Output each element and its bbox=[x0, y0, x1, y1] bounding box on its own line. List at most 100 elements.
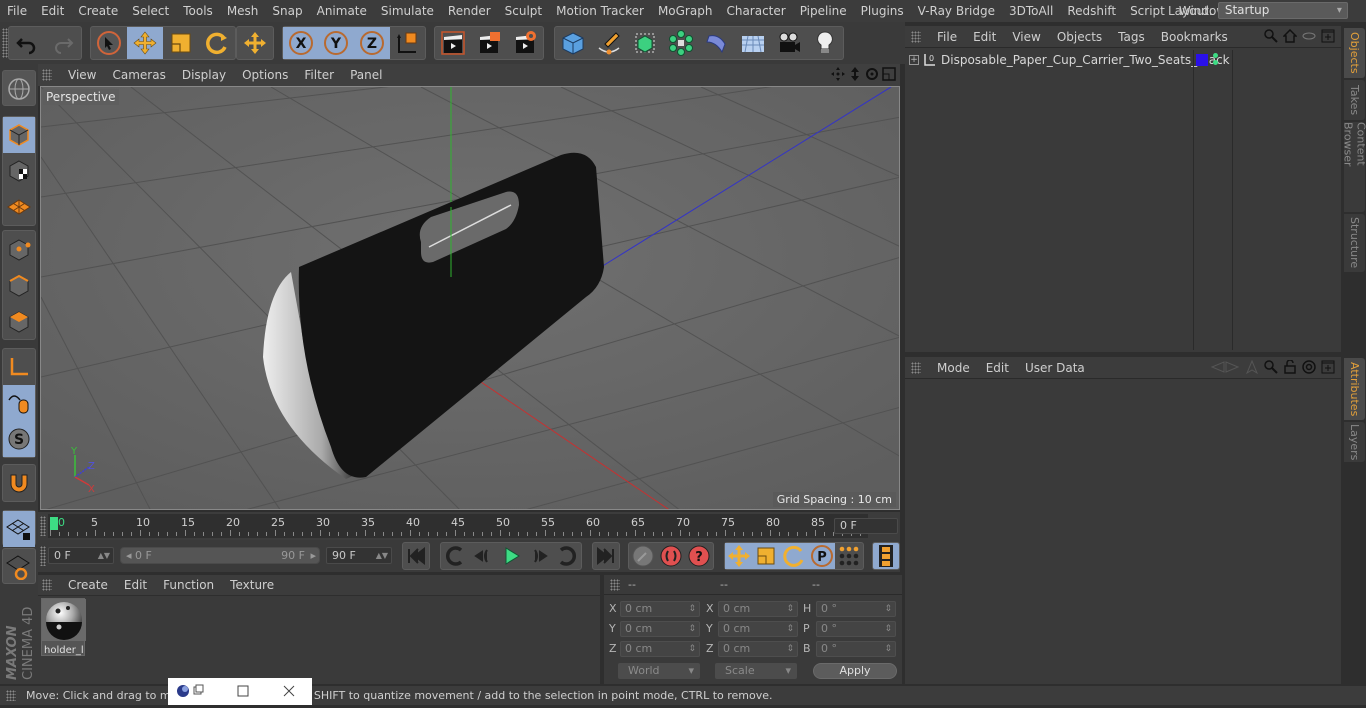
maximize-icon[interactable] bbox=[237, 685, 249, 697]
rotate-tool-button[interactable] bbox=[199, 27, 235, 59]
playhead[interactable] bbox=[50, 517, 58, 530]
apply-button[interactable]: Apply bbox=[813, 663, 897, 679]
points-mode-button[interactable] bbox=[3, 231, 35, 267]
objects-menu-view[interactable]: View bbox=[1004, 30, 1048, 44]
search-icon[interactable] bbox=[1264, 29, 1278, 43]
home-icon[interactable] bbox=[1283, 29, 1297, 43]
floor-button[interactable] bbox=[735, 27, 771, 59]
menu-redshift[interactable]: Redshift bbox=[1060, 4, 1123, 18]
coordinate-system-button[interactable] bbox=[390, 27, 426, 59]
tab-structure[interactable]: Structure bbox=[1344, 214, 1365, 272]
tab-objects[interactable]: Objects bbox=[1344, 28, 1365, 78]
render-picture-viewer-button[interactable] bbox=[471, 27, 507, 59]
record-keys-button[interactable] bbox=[657, 543, 685, 569]
rot-h-field[interactable]: 0 ° bbox=[816, 601, 896, 617]
range-right-arrow[interactable]: ▸ bbox=[310, 548, 316, 563]
pos-z-field[interactable]: 0 cm bbox=[620, 641, 700, 657]
menu-script[interactable]: Script bbox=[1123, 4, 1172, 18]
close-icon[interactable] bbox=[283, 685, 295, 697]
tab-layers[interactable]: Layers bbox=[1344, 422, 1365, 462]
menu-vray-bridge[interactable]: V-Ray Bridge bbox=[911, 4, 1002, 18]
menu-animate[interactable]: Animate bbox=[310, 4, 374, 18]
camera-label[interactable]: Perspective bbox=[43, 89, 119, 105]
material-item[interactable]: holder_l bbox=[41, 598, 86, 656]
viewport-grip[interactable] bbox=[42, 69, 52, 81]
size-z-field[interactable]: 0 cm bbox=[718, 641, 798, 657]
menu-motion-tracker[interactable]: Motion Tracker bbox=[549, 4, 651, 18]
motion-record-button[interactable] bbox=[629, 543, 657, 569]
next-frame-button[interactable] bbox=[525, 543, 553, 569]
live-selection-button[interactable] bbox=[91, 27, 127, 59]
zoom-dolly-icon[interactable] bbox=[848, 67, 862, 81]
pen-spline-button[interactable] bbox=[591, 27, 627, 59]
undo-button[interactable] bbox=[9, 27, 45, 59]
workplane-rotate-button[interactable] bbox=[3, 549, 35, 585]
cloner-button[interactable] bbox=[663, 27, 699, 59]
key-position-button[interactable] bbox=[725, 543, 753, 569]
pos-x-field[interactable]: 0 cm bbox=[620, 601, 700, 617]
size-y-field[interactable]: 0 cm bbox=[718, 621, 798, 637]
viewport-menu-display[interactable]: Display bbox=[174, 68, 234, 82]
tab-takes[interactable]: Takes bbox=[1344, 80, 1365, 120]
frame-range-slider[interactable]: ◂ 0 F 90 F ▸ bbox=[120, 547, 320, 564]
render-settings-button[interactable] bbox=[507, 27, 543, 59]
attributes-menu-user-data[interactable]: User Data bbox=[1017, 361, 1093, 375]
menu-create[interactable]: Create bbox=[71, 4, 125, 18]
current-frame-field[interactable]: 0 F bbox=[834, 518, 898, 534]
material-grip[interactable] bbox=[42, 579, 52, 591]
play-button[interactable] bbox=[497, 543, 525, 569]
layer-color-swatch[interactable] bbox=[1196, 54, 1208, 66]
objects-grip[interactable] bbox=[911, 30, 921, 43]
snap-button[interactable] bbox=[3, 465, 35, 501]
world-view-button[interactable] bbox=[3, 71, 35, 107]
coordinate-mode-dropdown[interactable]: Scale bbox=[715, 663, 797, 679]
orbit-icon[interactable] bbox=[865, 67, 879, 81]
menu-3dtoall[interactable]: 3DToAll bbox=[1002, 4, 1060, 18]
objects-menu-bookmarks[interactable]: Bookmarks bbox=[1153, 30, 1236, 44]
pos-y-field[interactable]: 0 cm bbox=[620, 621, 700, 637]
solo-button[interactable]: S bbox=[3, 421, 35, 457]
new-panel-icon[interactable] bbox=[1321, 29, 1335, 43]
size-x-field[interactable]: 0 cm bbox=[718, 601, 798, 617]
menu-mograph[interactable]: MoGraph bbox=[651, 4, 720, 18]
search-icon[interactable] bbox=[1264, 360, 1278, 374]
menu-pipeline[interactable]: Pipeline bbox=[793, 4, 854, 18]
target-icon[interactable] bbox=[1302, 360, 1316, 374]
lock-icon[interactable] bbox=[1283, 360, 1297, 374]
tab-attributes[interactable]: Attributes bbox=[1344, 358, 1365, 420]
attributes-menu-mode[interactable]: Mode bbox=[929, 361, 978, 375]
autokey-button[interactable]: ? bbox=[685, 543, 713, 569]
back-forward-icon[interactable] bbox=[1210, 360, 1240, 374]
cube-button[interactable] bbox=[555, 27, 591, 59]
material-menu-texture[interactable]: Texture bbox=[222, 578, 282, 592]
prev-keyframe-button[interactable] bbox=[441, 543, 469, 569]
axis-mode-button[interactable] bbox=[3, 349, 35, 385]
prev-frame-button[interactable] bbox=[469, 543, 497, 569]
viewport-menu-view[interactable]: View bbox=[60, 68, 104, 82]
edges-mode-button[interactable] bbox=[3, 267, 35, 303]
viewport-menu-panel[interactable]: Panel bbox=[342, 68, 390, 82]
render-view-button[interactable] bbox=[435, 27, 471, 59]
goto-start-button[interactable] bbox=[403, 543, 429, 569]
coordinate-space-dropdown[interactable]: World bbox=[618, 663, 700, 679]
transport-grip[interactable] bbox=[40, 546, 46, 566]
new-panel-icon[interactable] bbox=[1321, 360, 1335, 374]
viewport-menu-cameras[interactable]: Cameras bbox=[104, 68, 173, 82]
objects-menu-file[interactable]: File bbox=[929, 30, 965, 44]
object-row[interactable]: + 0 Disposable_Paper_Cup_Carrier_Two_Sea… bbox=[905, 50, 1341, 350]
model-mode-button[interactable] bbox=[3, 117, 35, 153]
rot-b-field[interactable]: 0 ° bbox=[816, 641, 896, 657]
tab-content-browser[interactable]: Content Browser bbox=[1342, 122, 1366, 212]
objects-menu-tags[interactable]: Tags bbox=[1110, 30, 1153, 44]
coordinates-grip[interactable] bbox=[610, 579, 620, 591]
menu-sculpt[interactable]: Sculpt bbox=[498, 4, 549, 18]
workplane-button[interactable] bbox=[3, 189, 35, 225]
menu-render[interactable]: Render bbox=[441, 4, 498, 18]
texture-mode-button[interactable] bbox=[3, 153, 35, 189]
3d-viewport[interactable]: Y Z X Perspective Grid Spacing : 10 cm bbox=[40, 86, 900, 510]
render-visibility-dot[interactable] bbox=[1213, 60, 1218, 65]
menu-simulate[interactable]: Simulate bbox=[374, 4, 441, 18]
attributes-menu-edit[interactable]: Edit bbox=[978, 361, 1017, 375]
deformer-button[interactable] bbox=[699, 27, 735, 59]
expand-toggle[interactable]: + bbox=[909, 55, 919, 65]
